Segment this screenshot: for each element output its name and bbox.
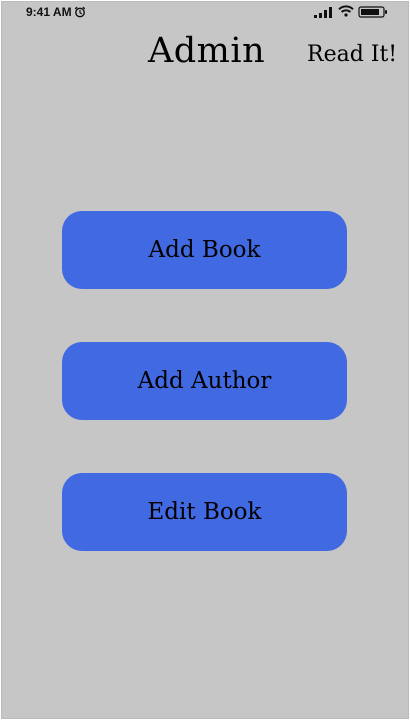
add-book-button[interactable]: Add Book: [62, 211, 347, 289]
read-it-brand-link[interactable]: Read It!: [307, 41, 397, 69]
status-bar: 9:41 AM: [2, 2, 408, 24]
page-title: Admin: [148, 31, 266, 71]
add-author-button[interactable]: Add Author: [62, 342, 347, 420]
status-time: 9:41 AM: [26, 5, 72, 19]
edit-book-button[interactable]: Edit Book: [62, 473, 347, 551]
alarm-icon: [74, 6, 86, 18]
admin-screen: 9:41 AM Admin Read It! Add Book Add Auth…: [1, 1, 409, 719]
signal-icon: [314, 7, 332, 18]
wifi-icon: [338, 5, 354, 17]
battery-icon: [358, 6, 387, 18]
